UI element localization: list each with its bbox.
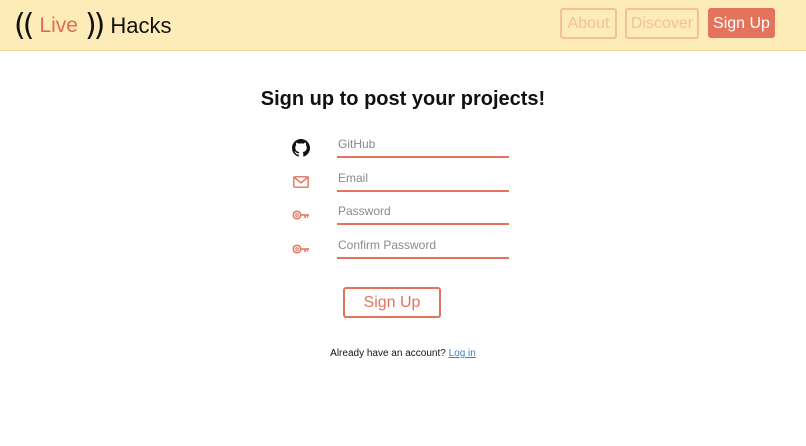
page-title: Sign up to post your projects! (260, 88, 546, 110)
github-icon (290, 137, 312, 159)
password-field[interactable] (337, 200, 509, 225)
login-link[interactable]: Log in (449, 348, 476, 359)
logo-paren-right: )) (84, 8, 105, 43)
navbar: (( Live )) Hacks About Discover Sign Up (0, 0, 806, 51)
github-field[interactable] (337, 133, 509, 158)
confirm-password-row (290, 234, 510, 264)
logo[interactable]: (( Live )) Hacks (14, 9, 172, 43)
signup-submit-button[interactable]: Sign Up (343, 287, 441, 318)
mail-icon (290, 171, 312, 193)
email-field[interactable] (337, 167, 509, 192)
discover-button[interactable]: Discover (625, 8, 699, 39)
confirm-password-field[interactable] (337, 234, 509, 259)
about-button[interactable]: About (560, 8, 617, 39)
logo-hacks-text: Hacks (110, 13, 172, 38)
email-row (290, 167, 510, 197)
nav-signup-button[interactable]: Sign Up (708, 8, 775, 38)
github-row (290, 133, 510, 163)
login-prompt-text: Already have an account? (330, 348, 446, 359)
password-row (290, 200, 510, 230)
key-icon (290, 238, 312, 260)
logo-live-text: Live (39, 14, 78, 37)
logo-paren-left: (( (14, 8, 34, 43)
key-icon (290, 204, 312, 226)
login-prompt: Already have an account? Log in (0, 348, 806, 359)
